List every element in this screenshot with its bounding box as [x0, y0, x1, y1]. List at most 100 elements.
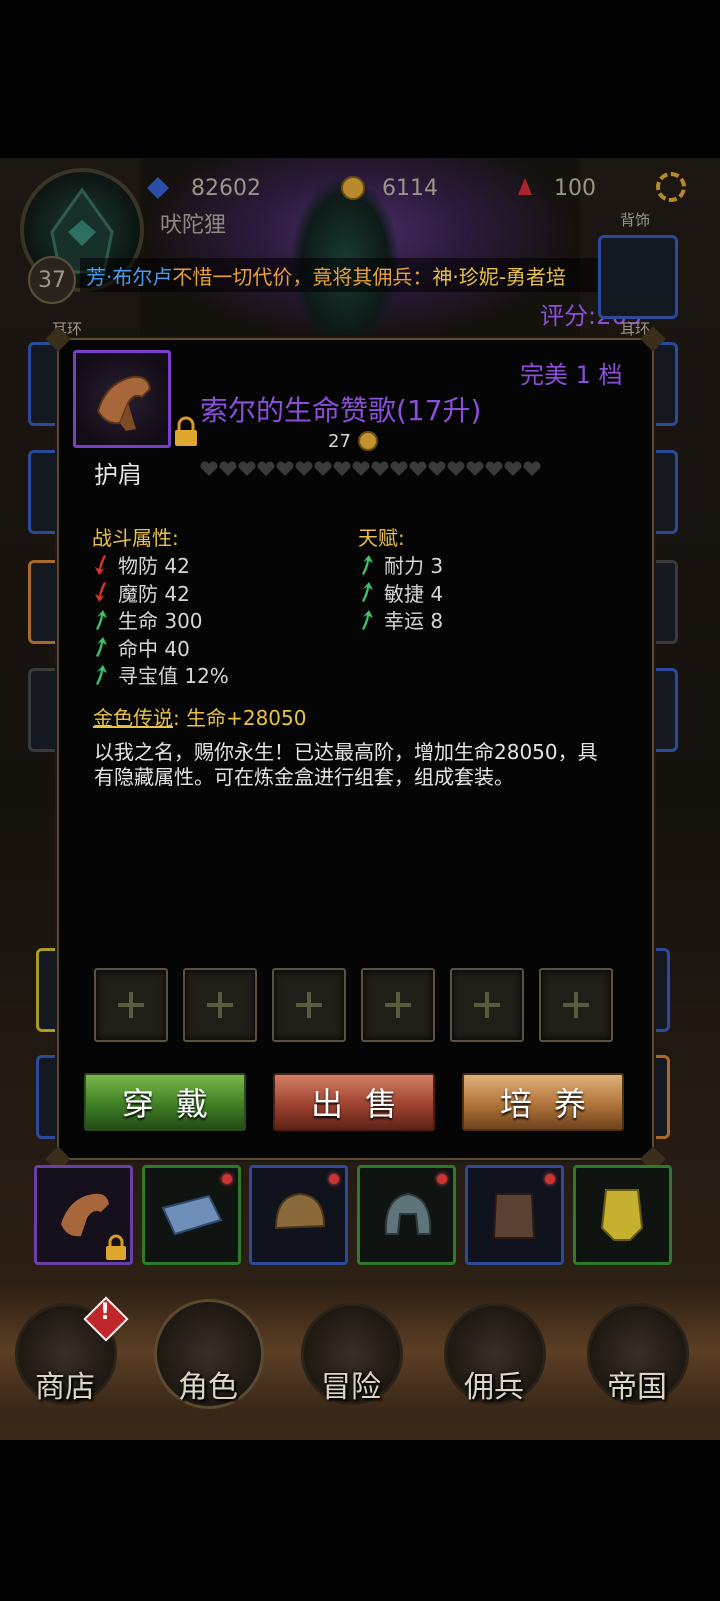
currency-gems: 82602	[145, 170, 261, 206]
score-label: 评分	[540, 302, 588, 330]
heart-icon	[409, 461, 427, 476]
notification-dot	[437, 1174, 447, 1184]
stat-row: 耐力 3	[358, 550, 443, 579]
item-name: 索尔的生命赞歌(17升)	[200, 394, 482, 427]
notification-dot	[545, 1174, 555, 1184]
stat-label: 幸运 8	[384, 609, 444, 633]
heart-icon	[504, 461, 522, 476]
notification-dot	[222, 1174, 232, 1184]
announcement-marquee: 芳·布尔卢 不惜一切代价，竟将其佣兵： 神·珍妮-勇者培	[80, 258, 646, 292]
heart-icon	[466, 461, 484, 476]
heart-icon	[276, 461, 294, 476]
currency-gold: 6114	[340, 170, 438, 206]
inventory-slot-1[interactable]	[34, 1165, 133, 1265]
nav-item-character[interactable]: 角色	[153, 1298, 264, 1409]
sell-button[interactable]: 出售	[273, 1073, 435, 1131]
gold-armor-icon	[600, 1189, 644, 1241]
currency-gold-value: 6114	[382, 175, 438, 201]
stat-row: 寻宝值 12%	[92, 660, 229, 689]
item-price-value: 27	[328, 430, 351, 452]
inventory-slot-2[interactable]	[142, 1165, 241, 1265]
stat-label: 命中 40	[118, 636, 190, 661]
nav-label: 帝国	[607, 1370, 667, 1405]
down-arrow-icon	[95, 554, 106, 575]
level-badge: 37	[28, 256, 76, 304]
nav-label: 商店	[35, 1370, 95, 1405]
heart-icon	[238, 461, 256, 476]
stat-row: 魔防 42	[92, 578, 190, 607]
inventory-slot-3[interactable]	[249, 1165, 348, 1265]
legendary-value: : 生命+28050	[173, 706, 307, 730]
item-description: 以我之名，赐你永生！已达最高阶，增加生命28050，具有隐藏属性。可在炼金盒进行…	[94, 740, 598, 789]
nav-item-empire[interactable]: 帝国	[582, 1298, 692, 1408]
player-name: 吠陀狸	[160, 213, 227, 238]
marquee-hero: 神·珍妮-勇者培	[432, 264, 566, 289]
nav-label: 角色	[178, 1370, 238, 1405]
item-type: 护肩	[94, 461, 142, 489]
heart-icon	[447, 461, 465, 476]
down-arrow-icon	[95, 582, 106, 602]
up-arrow-icon	[96, 637, 107, 657]
heart-icon	[371, 461, 389, 476]
equip-button[interactable]: 穿戴	[84, 1073, 246, 1131]
heart-icon	[352, 461, 370, 476]
stat-row: 命中 40	[92, 633, 190, 662]
stat-row: 物防 42	[92, 550, 190, 579]
up-arrow-icon	[96, 664, 107, 685]
inventory-slot-6[interactable]	[573, 1165, 672, 1265]
item-price: 27	[328, 430, 379, 452]
gem-socket-2[interactable]	[183, 968, 257, 1042]
notification-dot	[329, 1174, 339, 1184]
nav-label: 冒险	[321, 1370, 381, 1405]
durability-hearts	[200, 461, 542, 477]
heart-icon	[428, 461, 446, 476]
gem-socket-6[interactable]	[539, 968, 613, 1042]
train-button[interactable]: 培养	[462, 1073, 624, 1131]
marquee-message: 不惜一切代价，竟将其佣兵：	[172, 264, 433, 289]
legendary-label: 金色传说	[93, 706, 173, 730]
heart-icon	[219, 461, 237, 476]
talent-title: 天赋:	[358, 526, 405, 550]
gem-socket-1[interactable]	[94, 968, 168, 1042]
gear-settings-icon[interactable]	[656, 172, 686, 202]
gold-coin-icon	[341, 176, 365, 200]
stat-row: 生命 300	[92, 605, 203, 634]
shop-alert-mark: !	[99, 1300, 111, 1325]
stat-label: 物防 42	[118, 554, 190, 578]
up-arrow-icon	[362, 609, 373, 630]
inventory-slot-4[interactable]	[357, 1165, 456, 1265]
shoulder-armor-icon	[96, 375, 152, 431]
heart-icon	[523, 461, 541, 476]
heart-icon	[485, 461, 503, 476]
nav-label: 佣兵	[464, 1370, 524, 1405]
combat-stats-title: 战斗属性:	[92, 526, 179, 550]
currency-ruby: 100	[512, 170, 596, 206]
red-gem-icon	[518, 178, 532, 195]
lock-icon[interactable]	[172, 416, 200, 452]
marquee-player: 芳·布尔卢	[86, 264, 173, 289]
up-arrow-icon	[96, 609, 107, 630]
lock-icon	[106, 1234, 126, 1260]
equip-slot-right-1[interactable]	[598, 235, 678, 319]
gem-socket-3[interactable]	[272, 968, 346, 1042]
stat-row: 幸运 8	[358, 605, 443, 634]
gem-socket-4[interactable]	[361, 968, 435, 1042]
stat-label: 敏捷 4	[384, 581, 444, 606]
heart-icon	[295, 461, 313, 476]
item-grade: 完美 1 档	[520, 361, 623, 389]
nav-item-mercenary[interactable]: 佣兵	[439, 1298, 549, 1408]
heart-icon	[200, 461, 218, 476]
up-arrow-icon	[362, 582, 373, 602]
stat-label: 生命 300	[118, 609, 203, 633]
item-icon-frame	[73, 350, 171, 448]
gold-coin-icon	[357, 431, 378, 451]
currency-ruby-value: 100	[554, 175, 596, 201]
nav-item-adventure[interactable]: 冒险	[296, 1298, 406, 1408]
legendary-bonus: 金色传说: 生命+28050	[93, 702, 306, 731]
gem-socket-5[interactable]	[450, 968, 524, 1042]
blue-gem-icon	[147, 177, 169, 199]
heart-icon	[257, 461, 275, 476]
inventory-slot-5[interactable]	[465, 1165, 564, 1265]
slot-label-back: 背饰	[620, 211, 651, 229]
stat-row: 敏捷 4	[358, 578, 443, 607]
